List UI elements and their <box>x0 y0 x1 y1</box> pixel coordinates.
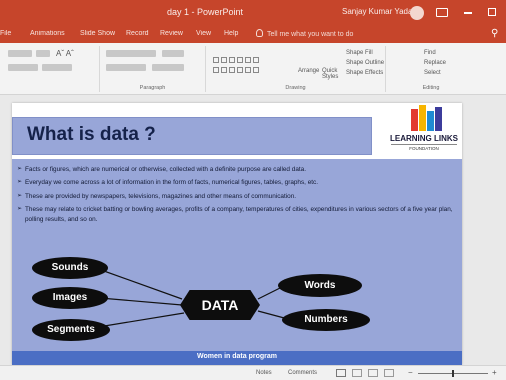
tab-slide-show[interactable]: Slide Show <box>80 30 115 37</box>
align-buttons[interactable] <box>106 64 146 71</box>
select-button[interactable]: Select <box>424 70 441 76</box>
tell-me-box[interactable]: Tell me what you want to do <box>256 29 353 38</box>
tab-help[interactable]: Help <box>224 30 238 37</box>
diagram-center-data: DATA <box>180 290 260 320</box>
shape-effects-button[interactable]: Shape Effects <box>346 70 383 76</box>
diagram-node-numbers: Numbers <box>282 309 370 331</box>
tab-record[interactable]: Record <box>126 30 149 37</box>
ribbon-display-options-icon[interactable] <box>436 8 448 17</box>
arrange-button[interactable]: Arrange <box>298 68 319 74</box>
font-size-box[interactable] <box>36 50 50 57</box>
diagram-node-images: Images <box>32 287 108 309</box>
diagram-node-segments: Segments <box>32 319 110 341</box>
replace-button[interactable]: Replace <box>424 60 446 66</box>
slide-title[interactable]: What is data ? <box>27 124 156 146</box>
slide-title-banner: What is data ? <box>12 117 372 155</box>
slide-footer-text: Women in data program <box>197 353 277 360</box>
slide-footer-bar: Women in data program <box>12 351 462 365</box>
tab-file[interactable]: File <box>0 30 11 37</box>
editing-group: Find Replace Select Editing <box>386 46 476 92</box>
tell-me-placeholder: Tell me what you want to do <box>267 31 354 38</box>
paragraph-group: Paragraph <box>100 46 206 92</box>
drawing-group: Arrange Quick Styles Shape Fill Shape Ou… <box>206 46 386 92</box>
normal-view-icon[interactable] <box>336 369 346 377</box>
font-color-buttons[interactable] <box>42 64 72 71</box>
logo-bar <box>435 107 442 131</box>
ribbon: Aˇ Aˆ Paragraph Arrange Quick Styles Sha… <box>0 43 506 95</box>
find-button[interactable]: Find <box>424 50 436 56</box>
status-bar: Notes Comments − + <box>0 365 506 380</box>
title-bar: day 1 - PowerPoint Sanjay Kumar Yadav <box>0 0 506 26</box>
notes-button[interactable]: Notes <box>256 370 272 376</box>
list-buttons[interactable] <box>106 50 156 57</box>
editing-group-label: Editing <box>422 85 440 91</box>
lightbulb-icon <box>256 29 263 37</box>
font-name-box[interactable] <box>8 50 32 57</box>
diagram-node-words: Words <box>278 274 362 297</box>
slide[interactable]: What is data ? LEARNING LINKS FOUNDATION… <box>12 103 462 365</box>
avatar[interactable] <box>410 6 424 20</box>
search-icon[interactable]: ⚲ <box>491 28 498 39</box>
logo-bar <box>427 111 434 131</box>
logo-bar <box>411 109 418 131</box>
tab-view[interactable]: View <box>196 30 211 37</box>
bullet-item: Everyday we come across a lot of informa… <box>17 178 457 188</box>
minimize-icon[interactable] <box>464 12 472 14</box>
quick-styles-button[interactable]: Quick Styles <box>322 68 340 80</box>
zoom-in-icon[interactable]: + <box>492 368 497 377</box>
font-style-buttons[interactable] <box>8 64 38 71</box>
zoom-slider-thumb[interactable] <box>452 370 454 377</box>
logo-wordmark: LEARNING LINKS <box>390 134 458 143</box>
indent-buttons[interactable] <box>162 50 184 57</box>
slide-sorter-icon[interactable] <box>352 369 362 377</box>
reading-view-icon[interactable] <box>368 369 378 377</box>
user-name[interactable]: Sanjay Kumar Yadav <box>342 7 416 16</box>
tab-review[interactable]: Review <box>160 30 183 37</box>
bullet-list: Facts or figures, which are numerical or… <box>17 165 457 228</box>
tab-animations[interactable]: Animations <box>30 30 65 37</box>
grow-font-icon[interactable]: Aˇ Aˆ <box>56 49 74 58</box>
powerpoint-window: day 1 - PowerPoint Sanjay Kumar Yadav Fi… <box>0 0 506 380</box>
comments-button[interactable]: Comments <box>288 370 317 376</box>
maximize-icon[interactable] <box>488 8 496 16</box>
window-title: day 1 - PowerPoint <box>166 7 244 17</box>
slide-content[interactable]: Facts or figures, which are numerical or… <box>12 159 462 351</box>
zoom-out-icon[interactable]: − <box>408 368 413 377</box>
bullet-item: Facts or figures, which are numerical or… <box>17 165 457 175</box>
shape-outline-button[interactable]: Shape Outline <box>346 60 384 66</box>
columns-buttons[interactable] <box>152 64 184 71</box>
bullet-item: These may relate to cricket batting or b… <box>17 205 457 224</box>
slide-editor: What is data ? LEARNING LINKS FOUNDATION… <box>0 95 506 365</box>
slide-show-icon[interactable] <box>384 369 394 377</box>
shape-fill-button[interactable]: Shape Fill <box>346 50 373 56</box>
learning-links-logo: LEARNING LINKS FOUNDATION <box>389 105 459 163</box>
logo-bar <box>419 105 426 131</box>
logo-subline: FOUNDATION <box>391 144 457 151</box>
drawing-group-label: Drawing <box>285 85 306 91</box>
paragraph-group-label: Paragraph <box>139 85 166 91</box>
ribbon-tabs: File Animations Slide Show Record Review… <box>0 26 506 43</box>
bullet-item: These are provided by newspapers, televi… <box>17 192 457 202</box>
diagram-node-sounds: Sounds <box>32 257 108 279</box>
font-group: Aˇ Aˆ <box>2 46 100 92</box>
shapes-gallery-row-2[interactable] <box>212 60 260 78</box>
data-types-diagram: Sounds Images Segments DATA Words Number… <box>12 253 462 351</box>
